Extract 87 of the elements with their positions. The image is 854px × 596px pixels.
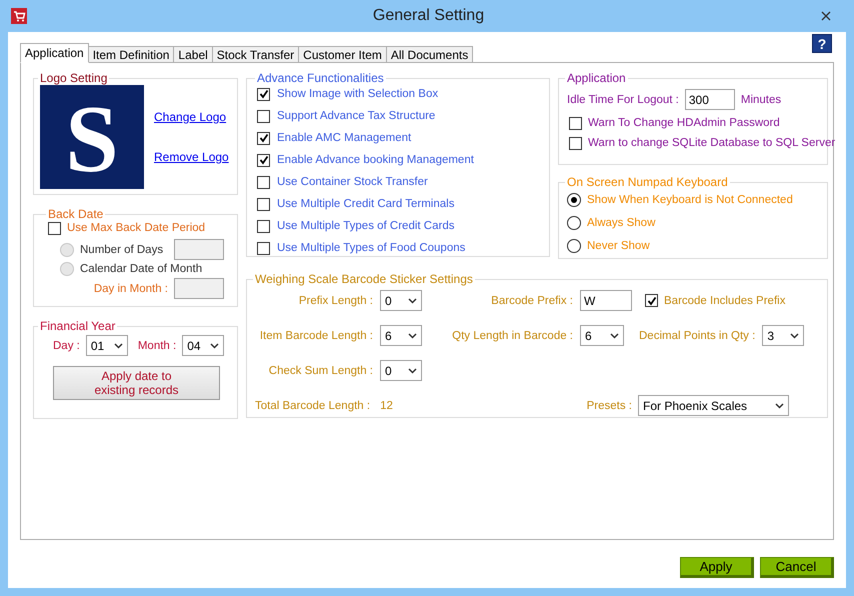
apply-button[interactable]: Apply (680, 557, 754, 578)
checkbox-label: Use Multiple Types of Food Coupons (277, 241, 466, 255)
field-label: Qty Length in Barcode : (451, 328, 573, 342)
dropdown[interactable]: 0 (380, 290, 422, 311)
checkbox[interactable] (257, 220, 270, 232)
field-label: Total Barcode Length : (255, 398, 370, 412)
field-label: Day : (53, 338, 80, 352)
unit-label: Minutes (740, 92, 782, 106)
dropdown[interactable]: 6 (580, 325, 624, 346)
dropdown[interactable]: For Phoenix Scales (638, 395, 789, 416)
window-title: General Setting (372, 7, 486, 25)
chevron-icon (408, 332, 417, 338)
checkbox-label: Use Multiple Types of Credit Cards (277, 219, 454, 233)
close-icon (821, 11, 831, 21)
chevron-icon (210, 342, 220, 348)
field-label: Item Barcode Length : (258, 328, 373, 342)
cart-icon (11, 8, 27, 24)
chevron-icon (408, 298, 417, 304)
checkbox[interactable] (645, 294, 658, 307)
radio-button[interactable] (567, 239, 581, 253)
tab[interactable]: Application (20, 43, 89, 63)
logo-link[interactable]: Change Logo (154, 110, 229, 124)
field-label: Prefix Length : (298, 294, 373, 308)
group-title: Logo Setting (39, 71, 108, 85)
checkbox[interactable] (257, 242, 270, 254)
checkbox[interactable] (257, 154, 270, 166)
logo-link[interactable]: Remove Logo (154, 150, 229, 164)
group-title: Application (566, 71, 627, 85)
field-label: Month : (138, 338, 176, 352)
checkbox[interactable] (257, 132, 270, 144)
dropdown[interactable]: 0 (380, 360, 422, 381)
tab[interactable]: All Documents (386, 46, 474, 63)
checkbox[interactable] (569, 136, 582, 150)
checkbox-label: Support Advance Tax Structure (277, 109, 436, 123)
field-label: Presets : (586, 398, 632, 412)
field-label: Idle Time For Logout : (567, 92, 679, 106)
checkbox-label: Show Image with Selection Box (277, 87, 438, 101)
checkbox[interactable] (257, 88, 270, 100)
group-title: Weighing Scale Barcode Sticker Settings (254, 272, 474, 286)
logo-image: S (40, 85, 144, 189)
radio-label: Calendar Date of Month (80, 262, 202, 276)
chevron-icon (790, 332, 800, 338)
tab[interactable]: Stock Transfer (212, 46, 300, 63)
field-label: Decimal Points in Qty : (639, 328, 756, 342)
chevron-icon (775, 402, 784, 408)
chevron-icon (408, 368, 417, 374)
group-title: On Screen Numpad Keyboard (566, 175, 729, 189)
dropdown[interactable]: 3 (762, 325, 804, 346)
checkbox[interactable] (569, 116, 582, 130)
checkbox-label: Warn To Change HDAdmin Password (588, 116, 780, 130)
radio-label: Number of Days (80, 242, 164, 256)
checkbox-label: Barcode Includes Prefix (664, 294, 786, 308)
group-title: Back Date (47, 207, 104, 221)
radio-button[interactable] (567, 193, 581, 207)
group-title: Advance Functionalities (256, 71, 385, 85)
field-label: Day in Month : (92, 282, 168, 296)
checkbox[interactable] (257, 110, 270, 122)
chevron-icon (114, 342, 123, 348)
apply-date-button[interactable]: Apply date to existing records (53, 366, 220, 400)
tab[interactable]: Item Definition (88, 46, 174, 63)
chevron-icon (610, 332, 619, 338)
help-button[interactable]: ? (812, 34, 832, 53)
checkbox[interactable] (257, 176, 270, 188)
field-label: Barcode Prefix : (490, 294, 573, 308)
checkbox[interactable] (257, 198, 270, 210)
prefix-field[interactable]: W (580, 290, 632, 311)
checkbox-label: Use Container Stock Transfer (277, 175, 428, 189)
dropdown[interactable]: 01 (86, 335, 128, 356)
dropdown[interactable]: 04 (182, 335, 224, 356)
idle-time-field[interactable]: 300 (684, 89, 735, 110)
cancel-button[interactable]: Cancel (760, 557, 834, 578)
radio-label: Show When Keyboard is Not Connected (587, 193, 793, 207)
dropdown[interactable]: 6 (380, 325, 422, 346)
checkbox-label: Enable Advance booking Management (277, 153, 474, 167)
total-value: 12 (380, 398, 393, 412)
checkbox-label: Warn to change SQLite Database to SQL Server (588, 136, 836, 150)
radio-button[interactable] (567, 216, 581, 230)
checkbox[interactable] (48, 222, 61, 234)
checkbox-label: Enable AMC Management (277, 131, 412, 145)
tab[interactable]: Label (173, 46, 213, 63)
checkbox-label: Use Multiple Credit Card Terminals (277, 197, 454, 211)
checkbox-label: Use Max Back Date Period (67, 221, 206, 235)
field-label: Check Sum Length : (268, 364, 373, 378)
tab[interactable]: Customer Item (298, 46, 387, 63)
group-title: Financial Year (39, 319, 116, 333)
radio-label: Never Show (587, 239, 650, 253)
radio-label: Always Show (587, 216, 656, 230)
